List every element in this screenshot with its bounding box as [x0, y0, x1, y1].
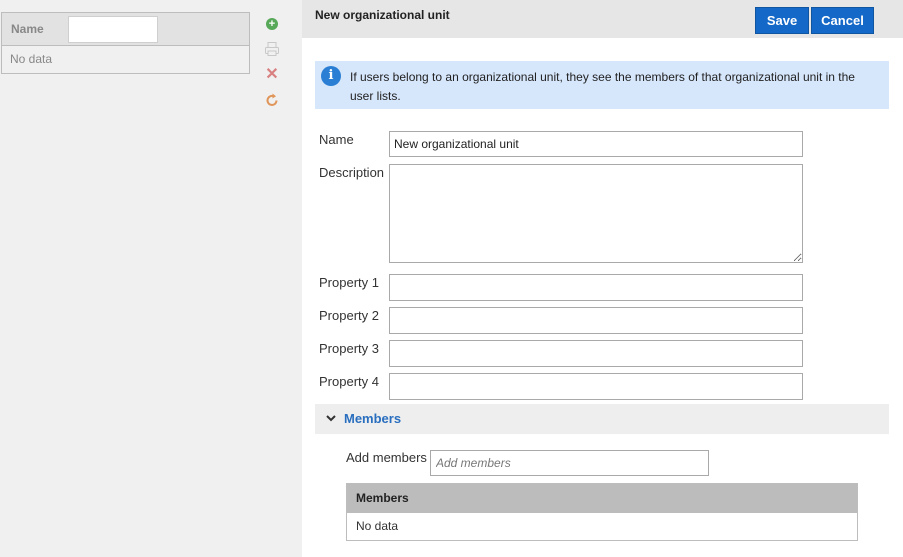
name-filter-input[interactable]: [68, 16, 158, 43]
org-unit-detail-panel: New organizational unit Save Cancel i If…: [302, 0, 903, 557]
org-unit-table-header: Name: [2, 13, 249, 46]
property3-label: Property 3: [319, 341, 379, 356]
delete-button[interactable]: ✕: [264, 66, 280, 83]
page-title: New organizational unit: [315, 8, 450, 22]
members-empty-state: No data: [356, 519, 399, 533]
property3-input[interactable]: [389, 340, 803, 367]
info-text: If users belong to an organizational uni…: [350, 70, 855, 103]
save-button[interactable]: Save: [755, 7, 809, 34]
members-table: Members No data: [346, 483, 858, 541]
add-members-input[interactable]: [430, 450, 709, 476]
name-label: Name: [319, 132, 354, 147]
org-unit-table: Name No data: [1, 12, 250, 74]
property1-label: Property 1: [319, 275, 379, 290]
members-table-header[interactable]: Members: [347, 484, 857, 513]
description-label: Description: [319, 165, 385, 180]
refresh-button[interactable]: [264, 92, 280, 108]
cancel-button[interactable]: Cancel: [811, 7, 874, 34]
detail-title-bar: New organizational unit Save Cancel: [302, 0, 903, 38]
property2-label: Property 2: [319, 308, 379, 323]
property1-input[interactable]: [389, 274, 803, 301]
property2-input[interactable]: [389, 307, 803, 334]
name-input[interactable]: [389, 131, 803, 157]
description-textarea[interactable]: [389, 164, 803, 263]
org-unit-list-panel: Name No data + ✕: [0, 0, 302, 557]
printer-icon: [265, 42, 279, 56]
close-icon: ✕: [265, 66, 279, 83]
property4-label: Property 4: [319, 374, 379, 389]
org-unit-empty-state: No data: [10, 52, 53, 66]
add-members-label: Add members: [346, 450, 427, 465]
name-column-header[interactable]: Name: [11, 22, 44, 36]
info-icon: i: [321, 66, 341, 86]
property4-input[interactable]: [389, 373, 803, 400]
members-section-title: Members: [344, 411, 402, 426]
info-banner: i If users belong to an organizational u…: [315, 61, 889, 109]
chevron-down-icon: [326, 415, 336, 422]
refresh-icon: [266, 93, 278, 106]
plus-circle-icon: +: [266, 18, 278, 30]
add-org-unit-button[interactable]: +: [264, 16, 280, 32]
members-section-toggle[interactable]: Members: [315, 404, 889, 434]
print-button[interactable]: [264, 41, 280, 57]
